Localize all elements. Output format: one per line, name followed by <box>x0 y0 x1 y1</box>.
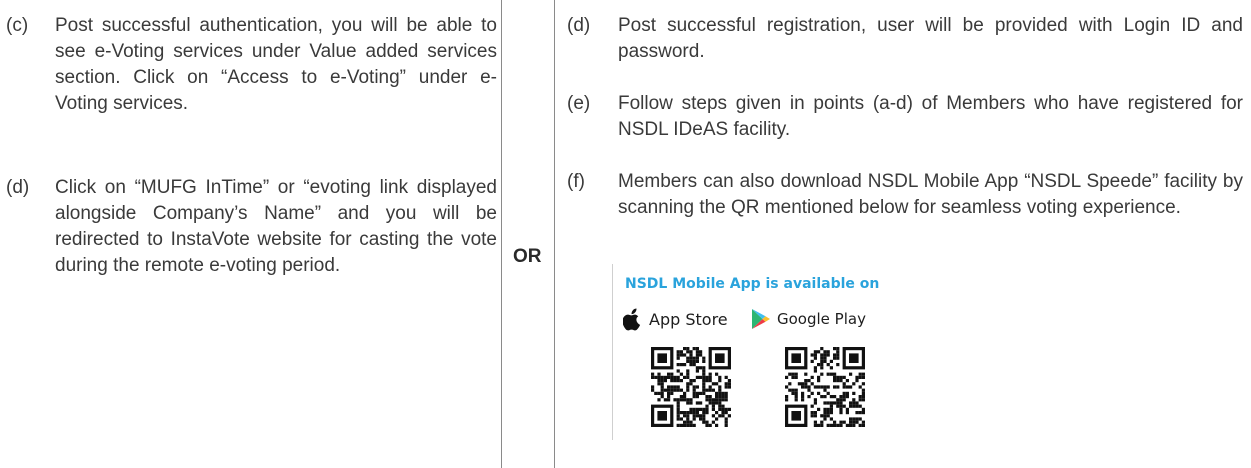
google-play-qr-code <box>785 344 865 430</box>
item-text: Post successful authentication, you will… <box>55 15 497 114</box>
google-play-label: Google Play <box>777 310 866 328</box>
google-play-icon <box>752 309 770 329</box>
or-separator: OR <box>513 246 542 267</box>
app-store-label: App Store <box>649 310 728 329</box>
item-text: Post successful registration, user will … <box>618 15 1243 62</box>
item-marker: (d) <box>6 177 30 198</box>
apple-icon <box>623 308 641 331</box>
item-marker: (c) <box>6 15 29 36</box>
item-text: Members can also download NSDL Mobile Ap… <box>618 171 1243 218</box>
nsdl-app-panel: NSDL Mobile App is available on App Stor… <box>612 264 973 440</box>
left-divider <box>501 0 502 468</box>
google-play-badge[interactable]: Google Play <box>751 308 866 330</box>
app-store-qr-code <box>651 344 731 430</box>
right-divider <box>554 0 555 468</box>
app-panel-heading: NSDL Mobile App is available on <box>625 276 880 292</box>
item-text: Follow steps given in points (a-d) of Me… <box>618 93 1243 140</box>
item-marker: (d) <box>567 15 591 36</box>
app-store-badge[interactable]: App Store <box>623 308 728 331</box>
item-marker: (f) <box>567 171 585 192</box>
item-text: Click on “MUFG InTime” or “evoting link … <box>55 177 497 276</box>
item-marker: (e) <box>567 93 591 114</box>
